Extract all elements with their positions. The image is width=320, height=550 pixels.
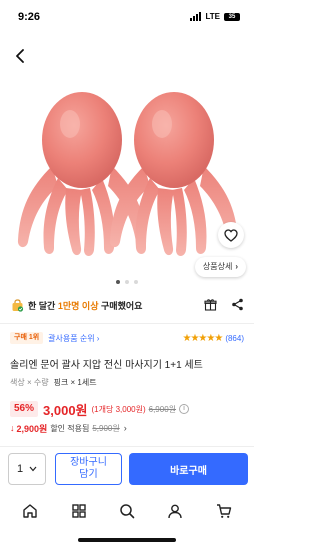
chevron-down-icon (29, 466, 37, 472)
battery-icon: 35 (224, 12, 240, 21)
original-price: 6,900원 (148, 404, 177, 414)
buy-now-label: 바로구매 (170, 465, 207, 477)
cart-label-line2: 담기 (79, 469, 98, 480)
price-row: 56% 3,000원 (1개당 3,000원) 6,900원 i (10, 400, 244, 418)
coupon-price: 2,900원 (16, 423, 48, 434)
chevron-left-icon (16, 49, 24, 63)
pagination-dot (125, 280, 129, 284)
cart-label-line1: 장바구니 (70, 457, 107, 468)
cart-icon (216, 504, 231, 518)
heart-icon (224, 228, 238, 242)
back-button[interactable] (8, 44, 32, 68)
share-button[interactable] (231, 298, 244, 313)
home-icon (23, 504, 37, 518)
search-icon (120, 504, 135, 519)
sale-price: 3,000원 (43, 402, 88, 418)
chevron-right-icon: › (123, 423, 127, 433)
bottom-tab-bar (0, 496, 254, 526)
tab-my-page[interactable] (163, 499, 187, 523)
tab-home[interactable] (18, 499, 42, 523)
category-icon (71, 504, 86, 518)
rank-row: 구매 1위 괄사용품 순위 › ★★★★★ (864) (10, 331, 244, 345)
discount-badge: 56% (10, 401, 39, 417)
gift-icon (204, 298, 217, 311)
quantity-select[interactable]: 1 (8, 453, 46, 485)
pagination-dot (134, 280, 138, 284)
product-detail-button[interactable]: 상품상세 › (194, 257, 246, 277)
my-page-icon (168, 504, 183, 519)
signal-icon (190, 12, 202, 21)
rank-badge: 구매 1위 (10, 332, 44, 344)
tab-cart[interactable] (212, 499, 236, 523)
octopus-left (17, 92, 147, 256)
unit-price: (1개당 3,000원) (91, 404, 146, 414)
network-label: LTE (205, 12, 220, 21)
option-row: 색상 × 수량 핑크 × 1세트 (10, 377, 244, 388)
review-count: (864) (225, 333, 244, 343)
image-pagination (0, 280, 254, 284)
wishlist-button[interactable] (218, 222, 244, 248)
coupon-original-price: 5,900원 (92, 423, 120, 433)
tab-category[interactable] (67, 499, 91, 523)
home-indicator (78, 538, 176, 542)
divider (0, 323, 254, 324)
gift-button[interactable] (204, 298, 217, 313)
add-to-cart-button[interactable]: 장바구니 담기 (55, 453, 122, 485)
status-indicators: LTE 35 (190, 12, 240, 21)
category-rank-link[interactable]: 괄사용품 순위 › (48, 333, 99, 344)
purchase-highlight: 1만명 이상 (57, 300, 99, 311)
product-action-icons (204, 296, 244, 314)
purchase-info-row: 한 달간 1만명 이상 구매했어요 (10, 296, 244, 314)
purchase-suffix: 구매했어요 (101, 300, 143, 311)
share-icon (232, 298, 243, 310)
quantity-value: 1 (16, 463, 24, 475)
option-label: 색상 × 수량 (10, 378, 49, 387)
purchase-prefix: 한 달간 (28, 300, 56, 311)
arrow-down-icon: ↓ (10, 423, 15, 433)
option-value: 핑크 × 1세트 (53, 378, 97, 387)
coupon-label: 할인 적용됨 (50, 423, 90, 433)
star-rating-icon: ★★★★★ (182, 332, 223, 344)
rating[interactable]: ★★★★★ (864) (182, 331, 244, 345)
shopping-bag-icon (10, 298, 24, 312)
category-rank-label: 괄사용품 순위 (48, 333, 95, 343)
buy-now-button[interactable]: 바로구매 (129, 453, 248, 485)
purchase-action-bar: 1 장바구니 담기 바로구매 (0, 449, 254, 495)
status-time: 9:26 (18, 11, 41, 23)
info-icon[interactable]: i (179, 404, 190, 414)
coupon-row[interactable]: ↓ 2,900원 할인 적용됨 5,900원 › (10, 421, 244, 435)
tab-search[interactable] (115, 499, 139, 523)
status-bar: 9:26 LTE 35 (0, 0, 254, 36)
divider (0, 446, 254, 447)
pagination-dot (116, 280, 120, 284)
product-title: 솔리엔 문어 괄사 지압 전신 마사지기 1+1 세트 (10, 360, 203, 371)
product-detail-label: 상품상세 (202, 262, 233, 271)
chevron-right-icon: › (235, 262, 238, 271)
product-image[interactable] (0, 78, 254, 274)
